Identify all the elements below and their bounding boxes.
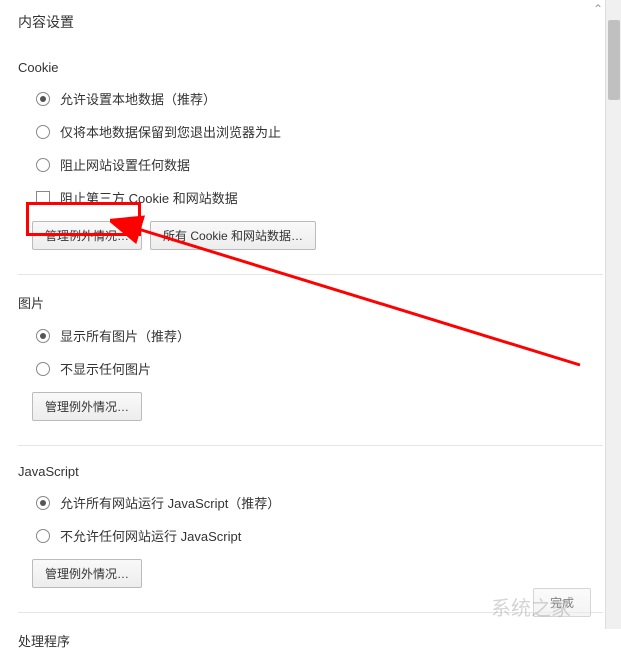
divider <box>18 274 603 275</box>
scrollbar-thumb[interactable] <box>608 20 620 100</box>
option-label: 阻止第三方 Cookie 和网站数据 <box>60 188 238 207</box>
images-button-row: 管理例外情况… <box>18 392 603 421</box>
images-option-hide[interactable]: 不显示任何图片 <box>18 359 603 378</box>
close-icon[interactable]: ⌃ <box>593 2 603 16</box>
js-exceptions-button[interactable]: 管理例外情况… <box>32 559 142 588</box>
section-handlers: 处理程序 <box>18 631 603 650</box>
radio-icon[interactable] <box>36 125 50 139</box>
radio-icon[interactable] <box>36 92 50 106</box>
cookie-option-session[interactable]: 仅将本地数据保留到您退出浏览器为止 <box>18 122 603 141</box>
option-label: 不允许任何网站运行 JavaScript <box>60 526 241 545</box>
option-label: 阻止网站设置任何数据 <box>60 155 190 174</box>
option-label: 允许设置本地数据（推荐） <box>60 89 216 108</box>
radio-icon[interactable] <box>36 362 50 376</box>
radio-icon[interactable] <box>36 329 50 343</box>
section-title-handlers: 处理程序 <box>18 631 603 650</box>
option-label: 允许所有网站运行 JavaScript（推荐） <box>60 493 280 512</box>
divider <box>18 612 603 613</box>
images-exceptions-button[interactable]: 管理例外情况… <box>32 392 142 421</box>
section-title-javascript: JavaScript <box>18 464 603 479</box>
cookie-block-thirdparty[interactable]: 阻止第三方 Cookie 和网站数据 <box>18 188 603 207</box>
content-settings-dialog: 内容设置 ⌃ Cookie 允许设置本地数据（推荐） 仅将本地数据保留到您退出浏… <box>0 0 621 629</box>
done-button[interactable]: 完成 <box>533 588 591 617</box>
radio-icon[interactable] <box>36 158 50 172</box>
radio-icon[interactable] <box>36 529 50 543</box>
option-label: 不显示任何图片 <box>60 359 151 378</box>
section-title-images: 图片 <box>18 293 603 312</box>
js-option-block[interactable]: 不允许任何网站运行 JavaScript <box>18 526 603 545</box>
divider <box>18 445 603 446</box>
cookie-exceptions-button[interactable]: 管理例外情况… <box>32 221 142 250</box>
cookie-button-row: 管理例外情况… 所有 Cookie 和网站数据… <box>18 221 603 250</box>
cookie-option-block[interactable]: 阻止网站设置任何数据 <box>18 155 603 174</box>
radio-icon[interactable] <box>36 496 50 510</box>
js-button-row: 管理例外情况… <box>18 559 603 588</box>
section-javascript: JavaScript 允许所有网站运行 JavaScript（推荐） 不允许任何… <box>18 464 603 588</box>
cookie-option-allow[interactable]: 允许设置本地数据（推荐） <box>18 89 603 108</box>
dialog-title: 内容设置 <box>18 12 603 32</box>
section-images: 图片 显示所有图片（推荐） 不显示任何图片 管理例外情况… <box>18 293 603 421</box>
option-label: 显示所有图片（推荐） <box>60 326 190 345</box>
scrollbar[interactable] <box>605 0 621 629</box>
cookie-all-data-button[interactable]: 所有 Cookie 和网站数据… <box>150 221 316 250</box>
option-label: 仅将本地数据保留到您退出浏览器为止 <box>60 122 281 141</box>
checkbox-icon[interactable] <box>36 191 50 205</box>
images-option-show[interactable]: 显示所有图片（推荐） <box>18 326 603 345</box>
js-option-allow[interactable]: 允许所有网站运行 JavaScript（推荐） <box>18 493 603 512</box>
section-cookie: Cookie 允许设置本地数据（推荐） 仅将本地数据保留到您退出浏览器为止 阻止… <box>18 60 603 250</box>
section-title-cookie: Cookie <box>18 60 603 75</box>
